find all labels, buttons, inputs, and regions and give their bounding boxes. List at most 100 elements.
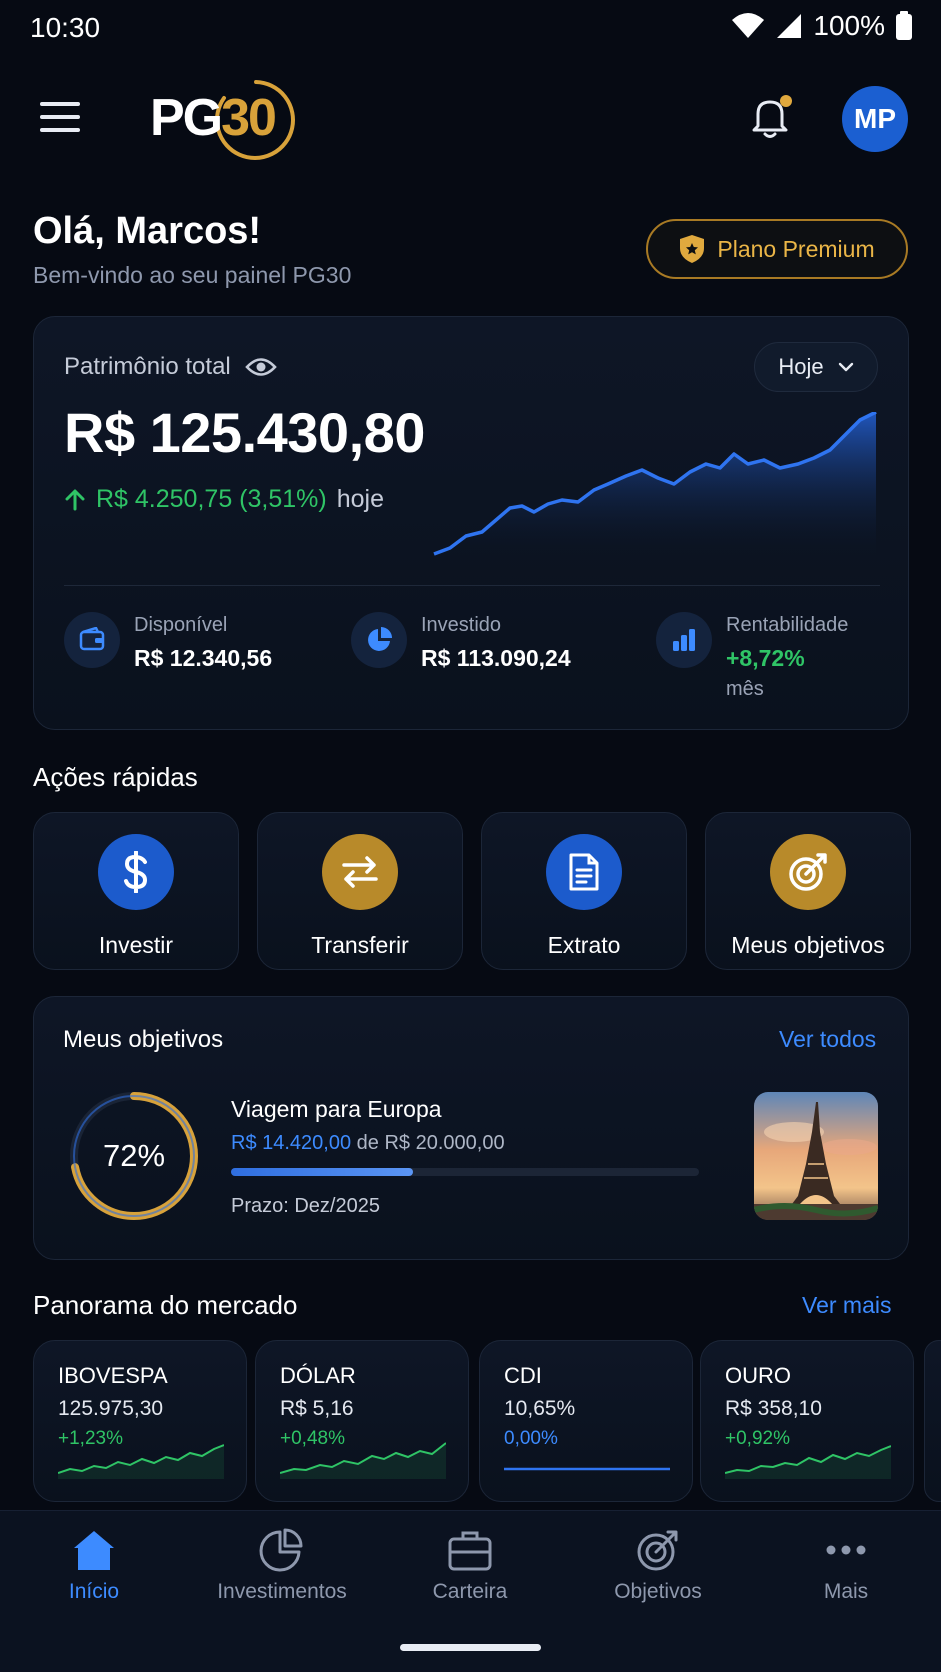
quick-action-invest[interactable]: Investir bbox=[33, 812, 239, 970]
quick-action-transfer[interactable]: Transferir bbox=[257, 812, 463, 970]
logo-number: 30 bbox=[221, 89, 277, 147]
premium-plan-button[interactable]: Plano Premium bbox=[646, 219, 908, 279]
arrow-up-icon bbox=[65, 489, 85, 510]
nav-label: Início bbox=[68, 1580, 120, 1603]
stat-sub: mês bbox=[726, 678, 764, 700]
menu-icon-line bbox=[40, 102, 80, 106]
goal-progress-fill bbox=[231, 1168, 413, 1176]
menu-button[interactable] bbox=[40, 102, 80, 132]
market-card-cdi[interactable]: CDI 10,65% 0,00% bbox=[479, 1340, 693, 1502]
nav-label: Objetivos bbox=[614, 1580, 702, 1603]
balance-change: R$ 4.250,75 (3,51%) hoje bbox=[64, 485, 384, 514]
bar-chart-icon bbox=[656, 612, 712, 668]
target-icon bbox=[770, 834, 846, 910]
goal-progress-bar bbox=[231, 1168, 699, 1176]
pie-chart-icon bbox=[259, 1528, 303, 1572]
market-sparkline bbox=[504, 1467, 670, 1471]
stat-label: Investido bbox=[421, 614, 502, 636]
objectives-title: Meus objetivos bbox=[63, 1026, 224, 1053]
market-card-ouro[interactable]: OURO R$ 358,10 +0,92% bbox=[700, 1340, 914, 1502]
battery-icon bbox=[896, 11, 912, 40]
stat-label: Disponível bbox=[134, 614, 228, 636]
quick-action-label: Meus objetivos bbox=[731, 932, 885, 958]
home-indicator[interactable] bbox=[400, 1644, 541, 1651]
app-logo: PG30 bbox=[150, 78, 300, 162]
dollar-icon bbox=[98, 834, 174, 910]
briefcase-icon bbox=[448, 1531, 492, 1571]
market-card-next-peek[interactable] bbox=[924, 1340, 941, 1502]
quick-action-goals[interactable]: Meus objetivos bbox=[705, 812, 911, 970]
home-icon bbox=[74, 1531, 114, 1570]
nav-item-inicio[interactable]: Início bbox=[9, 1528, 179, 1604]
stat-return: Rentabilidade +8,72% mês bbox=[656, 612, 848, 701]
nav-item-objetivos[interactable]: Objetivos bbox=[573, 1528, 743, 1604]
market-name: DÓLAR bbox=[280, 1363, 356, 1388]
objectives-see-all-link[interactable]: Ver todos bbox=[779, 1026, 876, 1053]
portfolio-label: Patrimônio total bbox=[64, 353, 277, 381]
greeting-subtitle: Bem-vindo ao seu painel PG30 bbox=[33, 262, 352, 288]
portfolio-trend-chart bbox=[433, 412, 877, 562]
goal-amount: R$ 14.420,00 de R$ 20.000,00 bbox=[231, 1132, 505, 1155]
nav-item-mais[interactable]: Mais bbox=[761, 1528, 931, 1604]
quick-action-label: Transferir bbox=[311, 932, 409, 958]
market-see-more-link[interactable]: Ver mais bbox=[802, 1292, 891, 1319]
target-icon bbox=[637, 1530, 678, 1571]
menu-icon-line bbox=[40, 115, 80, 119]
nav-label: Mais bbox=[823, 1580, 869, 1603]
menu-icon-line bbox=[40, 128, 80, 132]
bell-icon bbox=[752, 95, 792, 138]
quick-action-statement[interactable]: Extrato bbox=[481, 812, 687, 970]
goal-target: de R$ 20.000,00 bbox=[356, 1132, 505, 1154]
market-card-ibovespa[interactable]: IBOVESPA 125.975,30 +1,23% bbox=[33, 1340, 247, 1502]
greeting-title: Olá, Marcos! bbox=[33, 210, 262, 252]
balance-change-period: hoje bbox=[336, 485, 384, 513]
market-card-dolar[interactable]: DÓLAR R$ 5,16 +0,48% bbox=[255, 1340, 469, 1502]
stat-value: +8,72% bbox=[726, 645, 805, 671]
market-value: R$ 358,10 bbox=[725, 1397, 822, 1420]
avatar[interactable]: MP bbox=[842, 86, 908, 152]
stat-value: R$ 113.090,24 bbox=[421, 645, 571, 671]
market-sparkline bbox=[725, 1445, 891, 1479]
goal-progress-text: 72% bbox=[102, 1138, 166, 1173]
signal-icon bbox=[777, 14, 802, 38]
quick-action-label: Extrato bbox=[547, 932, 621, 958]
period-select[interactable]: Hoje bbox=[754, 342, 878, 392]
logo-pg: PG bbox=[150, 89, 223, 147]
period-value: Hoje bbox=[778, 354, 824, 379]
market-value: 125.975,30 bbox=[58, 1397, 164, 1420]
market-title: Panorama do mercado bbox=[33, 1290, 298, 1320]
quick-actions-title: Ações rápidas bbox=[33, 762, 198, 792]
pie-chart-icon bbox=[351, 612, 407, 668]
market-sparkline bbox=[280, 1442, 446, 1479]
stat-invested: Investido R$ 113.090,24 bbox=[351, 612, 571, 672]
wifi-icon bbox=[732, 13, 765, 38]
eye-icon[interactable] bbox=[244, 356, 277, 378]
status-time: 10:30 bbox=[30, 12, 101, 43]
card-divider bbox=[64, 585, 880, 586]
market-sparkline bbox=[58, 1444, 224, 1479]
market-value: 10,65% bbox=[504, 1397, 576, 1420]
transfer-arrows-icon bbox=[322, 834, 398, 910]
status-icons: 100% bbox=[731, 10, 913, 42]
balance-change-value: R$ 4.250,75 (3,51%) bbox=[96, 485, 327, 513]
stat-label: Rentabilidade bbox=[726, 614, 849, 636]
document-icon bbox=[546, 834, 622, 910]
market-name: OURO bbox=[725, 1363, 791, 1388]
market-name: IBOVESPA bbox=[58, 1363, 168, 1388]
goal-image-eiffel-tower[interactable] bbox=[754, 1092, 878, 1220]
nav-label: Carteira bbox=[432, 1580, 508, 1603]
stat-available: Disponível R$ 12.340,56 bbox=[64, 612, 272, 672]
market-value: R$ 5,16 bbox=[280, 1397, 354, 1420]
quick-action-label: Investir bbox=[98, 932, 174, 958]
total-balance: R$ 125.430,80 bbox=[64, 401, 425, 464]
portfolio-label-text: Patrimônio total bbox=[64, 353, 231, 380]
goal-deadline: Prazo: Dez/2025 bbox=[231, 1195, 380, 1217]
nav-item-carteira[interactable]: Carteira bbox=[385, 1528, 555, 1604]
battery-percent: 100% bbox=[813, 10, 885, 41]
nav-label: Investimentos bbox=[217, 1580, 347, 1603]
stat-value: R$ 12.340,56 bbox=[134, 645, 273, 671]
nav-item-investimentos[interactable]: Investimentos bbox=[197, 1528, 367, 1604]
notifications-button[interactable] bbox=[746, 92, 794, 140]
premium-label: Plano Premium bbox=[717, 235, 875, 262]
chevron-down-icon bbox=[838, 362, 853, 372]
